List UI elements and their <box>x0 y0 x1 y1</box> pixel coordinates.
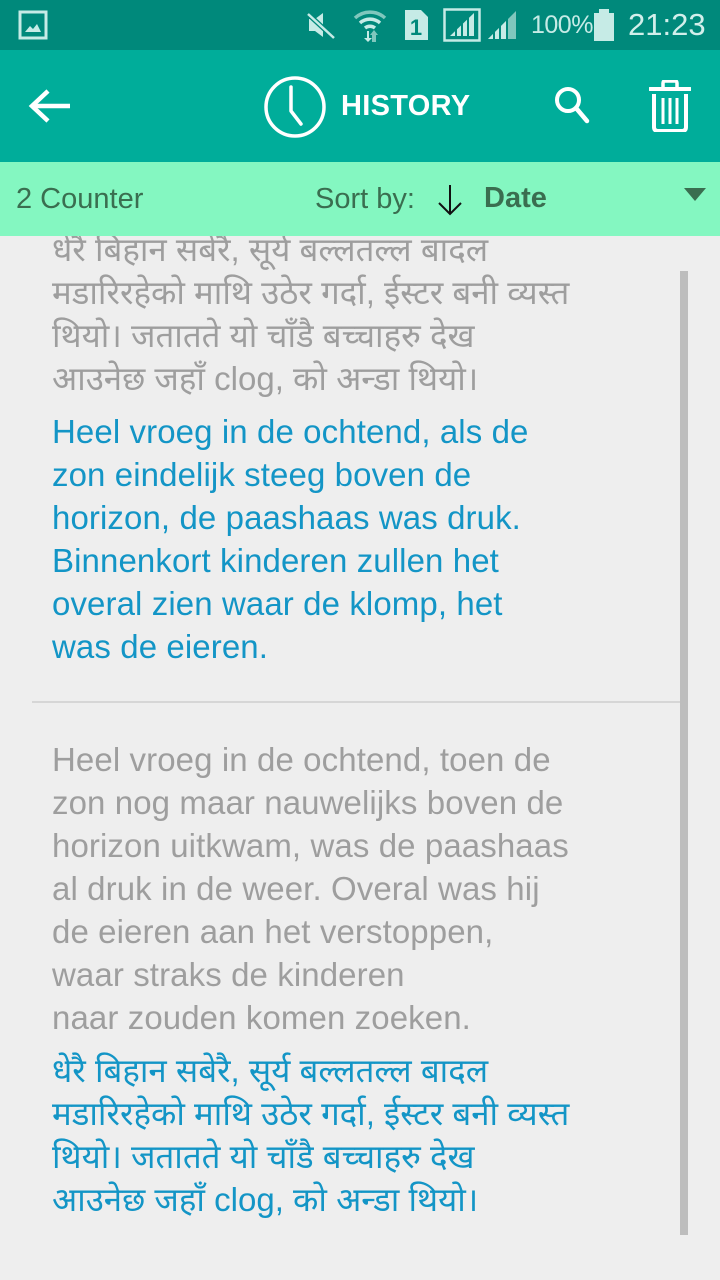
translated-text: Heel vroeg in de ochtend, als de zon ein… <box>52 410 672 668</box>
history-list[interactable]: धेरै बिहान सबेरै, सूर्य बल्लतल्ल बादल मड… <box>0 236 720 1280</box>
signal-sim1-icon <box>443 0 481 50</box>
page-title: HISTORY <box>341 89 471 122</box>
text-line: overal zien waar de klomp, het <box>52 585 503 622</box>
text-line: Heel vroeg in de ochtend, toen de <box>52 741 551 778</box>
text-line: horizon, de paashaas was druk. <box>52 499 521 536</box>
history-counter: 2 Counter <box>16 182 144 215</box>
text-line: धेरै बिहान सबेरै, सूर्य बल्लतल्ल बादल <box>52 236 489 268</box>
mute-icon <box>305 0 337 50</box>
text-line: मडारिरहेको माथि उठेर गर्दा, ईस्टर बनी व्… <box>52 274 570 311</box>
sort-select[interactable]: Date <box>484 162 547 234</box>
arrow-down-icon <box>438 185 462 216</box>
sort-by-label: Sort by: <box>315 182 415 215</box>
gallery-notification-icon <box>18 0 48 50</box>
text-line: मडारिरहेको माथि उठेर गर्दा, ईस्टर बनी व्… <box>52 1095 570 1132</box>
clock-time: 21:23 <box>628 7 706 42</box>
battery-percentage: 100% <box>531 10 593 39</box>
delete-history-button[interactable] <box>640 70 700 142</box>
app-bar: HISTORY <box>0 50 720 162</box>
text-line: al druk in de weer. Overal was hij <box>52 870 540 907</box>
history-entry[interactable]: धेरै बिहान सबेरै, सूर्य बल्लतल्ल बादल मड… <box>52 236 672 668</box>
text-line: naar zouden komen zoeken. <box>52 999 471 1036</box>
signal-sim2-icon <box>485 0 519 50</box>
text-line: horizon uitkwam, was de paashaas <box>52 827 569 864</box>
text-line: zon nog maar nauwelijks boven de <box>52 784 564 821</box>
text-line: zon eindelijk steeg boven de <box>52 456 472 493</box>
source-text: धेरै बिहान सबेरै, सूर्य बल्लतल्ल बादल मड… <box>52 236 672 400</box>
text-line: waar straks de kinderen <box>52 956 405 993</box>
sort-bar: 2 Counter Sort by: Date <box>0 162 720 236</box>
scrollbar[interactable] <box>680 271 688 1235</box>
entry-divider <box>32 701 688 703</box>
text-line: थियो। जतातते यो चाँडै बच्चाहरु देख <box>52 1138 475 1175</box>
wifi-data-icon <box>353 0 387 50</box>
source-text: Heel vroeg in de ochtend, toen de zon no… <box>52 738 672 1039</box>
arrow-left-icon <box>28 89 70 123</box>
trash-icon <box>649 80 691 132</box>
dropdown-triangle-icon <box>684 188 706 201</box>
text-line: Heel vroeg in de ochtend, als de <box>52 413 529 450</box>
back-button[interactable] <box>14 70 86 142</box>
text-line: थियो। जतातते यो चाँडै बच्चाहरु देख <box>52 317 475 354</box>
search-button[interactable] <box>542 72 602 138</box>
text-line: was de eieren. <box>52 628 269 665</box>
status-bar: 1 100% 21:23 <box>0 0 720 50</box>
text-line: आउनेछ जहाँ clog, को अन्डा थियो। <box>52 360 479 397</box>
text-line: आउनेछ जहाँ clog, को अन्डा थियो। <box>52 1181 479 1218</box>
battery-icon <box>593 0 615 50</box>
text-line: धेरै बिहान सबेरै, सूर्य बल्लतल्ल बादल <box>52 1052 489 1089</box>
text-line: de eieren aan het verstoppen, <box>52 913 494 950</box>
text-line: Binnenkort kinderen zullen het <box>52 542 499 579</box>
translated-text: धेरै बिहान सबेरै, सूर्य बल्लतल्ल बादल मड… <box>52 1049 672 1221</box>
sort-dropdown-button[interactable] <box>684 188 706 207</box>
sort-direction-button[interactable] <box>436 184 464 221</box>
clock-icon <box>262 74 328 140</box>
sim-1-icon: 1 <box>402 0 430 50</box>
history-entry[interactable]: Heel vroeg in de ochtend, toen de zon no… <box>52 738 672 1221</box>
search-icon <box>555 87 590 124</box>
svg-text:1: 1 <box>410 15 422 40</box>
